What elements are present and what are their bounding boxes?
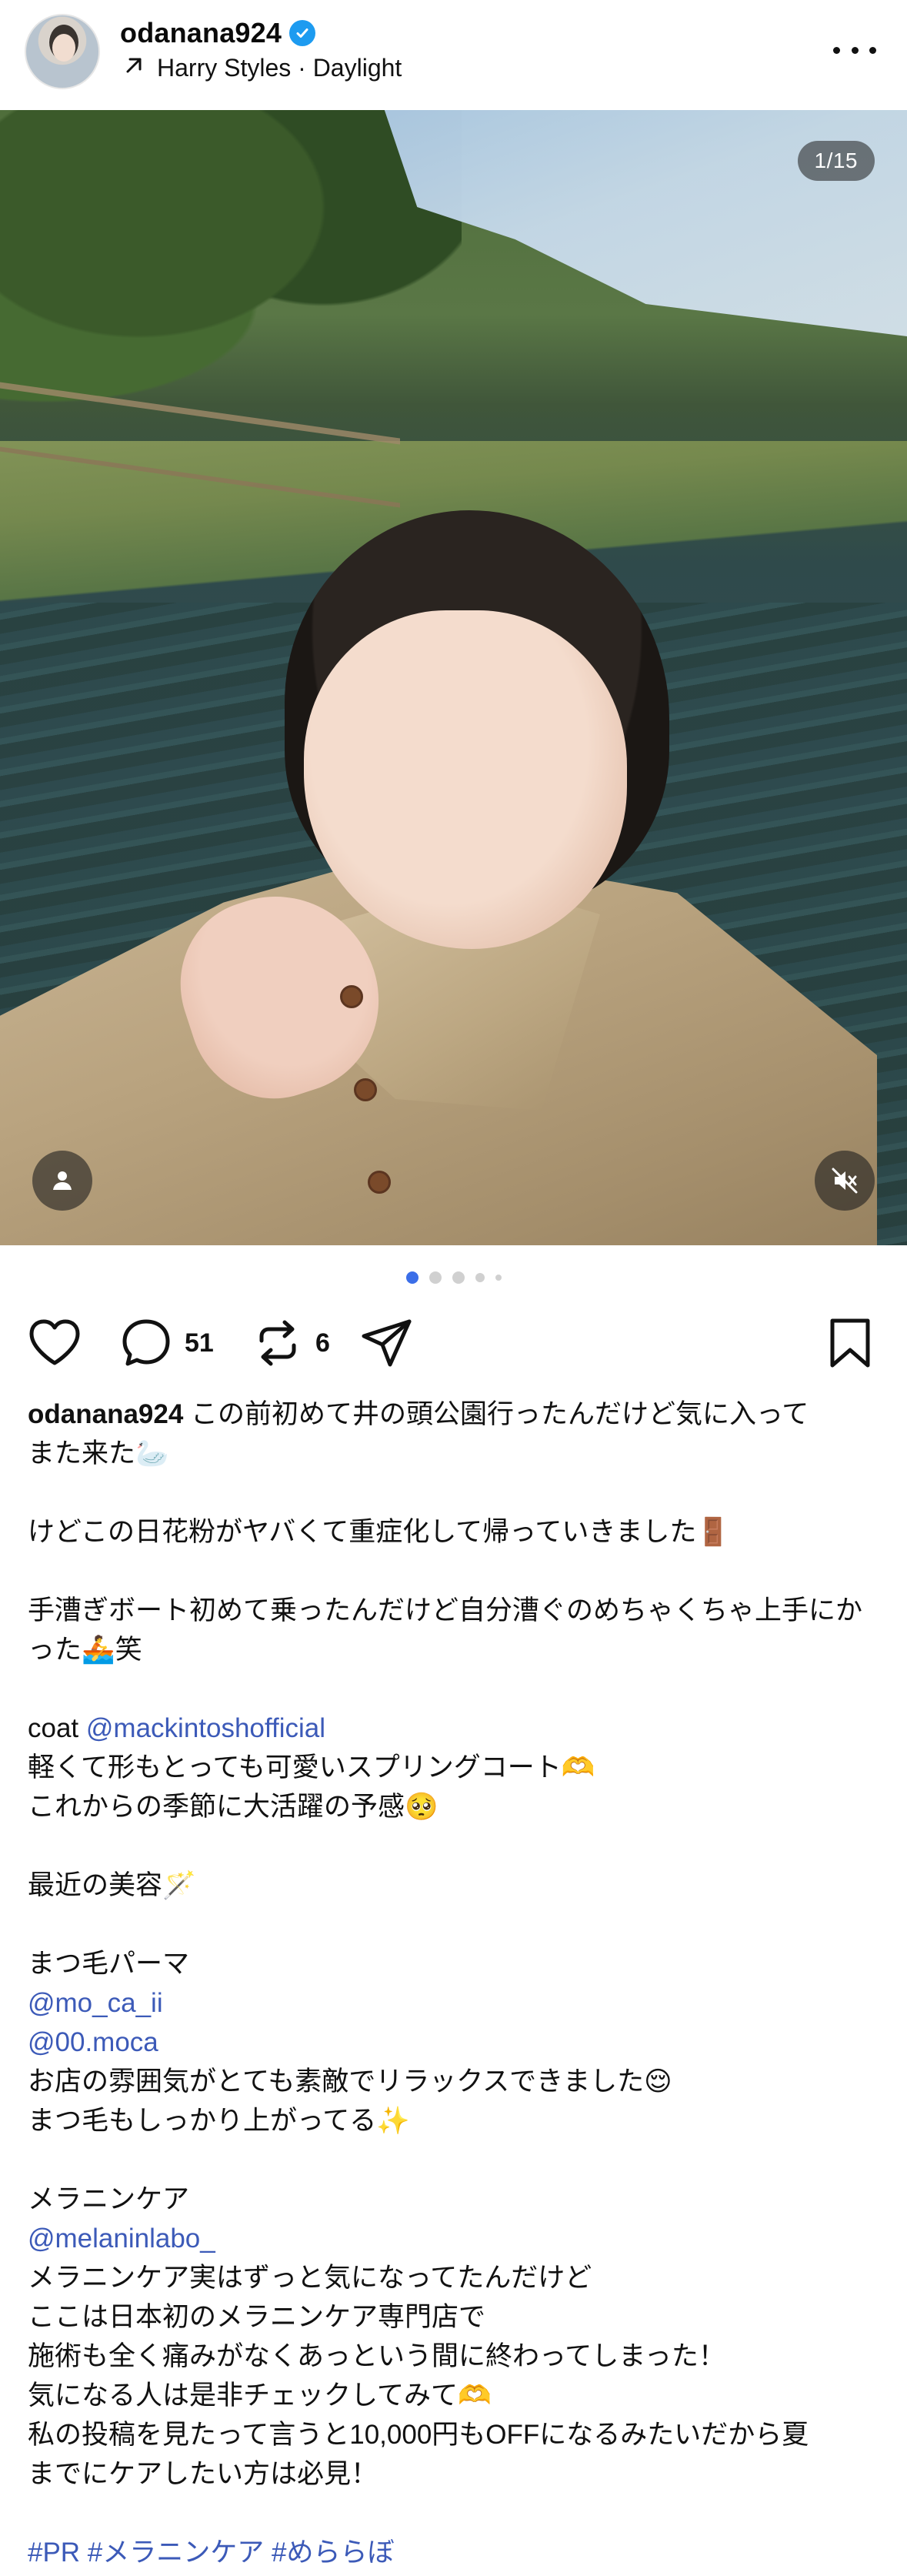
caption-line bbox=[28, 1669, 882, 1709]
carousel-dot bbox=[428, 1271, 442, 1284]
photo-trees bbox=[0, 110, 462, 433]
caption-text: 最近の美容🪄 bbox=[28, 1870, 196, 1900]
carousel-dot-active bbox=[405, 1271, 418, 1284]
arrow-up-right-icon bbox=[123, 54, 145, 82]
caption-line bbox=[28, 1905, 882, 1944]
save-button[interactable] bbox=[828, 1308, 872, 1378]
post-header: odanana924 Harry Styles · Daylight bbox=[0, 0, 907, 109]
carousel-counter: 1/15 bbox=[797, 141, 875, 181]
more-options-icon[interactable] bbox=[833, 38, 876, 62]
caption-line bbox=[28, 2494, 882, 2533]
caption-line: 手漕ぎボート初めて乗ったんだけど自分漕ぐのめちゃくちゃ上手にか bbox=[28, 1591, 882, 1630]
caption-line: 最近の美容🪄 bbox=[28, 1866, 882, 1905]
caption-line: まつ毛パーマ bbox=[28, 1944, 882, 1983]
username-row[interactable]: odanana924 bbox=[120, 17, 316, 49]
caption-text: まつ毛もしっかり上がってる✨ bbox=[28, 2106, 410, 2136]
music-label[interactable]: Harry Styles · Daylight bbox=[157, 54, 402, 82]
hashtag-links[interactable]: #PR #メラニンケア #めららぼ bbox=[28, 2538, 394, 2568]
caption-line: お店の雰囲気がとても素敵でリラックスできました😌 bbox=[28, 2062, 882, 2101]
comment-button[interactable]: 51 bbox=[120, 1308, 214, 1378]
caption-text: けどこの日花粉がヤバくて重症化して帰っていきました🚪 bbox=[28, 1517, 730, 1547]
caption-text: まつ毛パーマ bbox=[28, 1949, 190, 1979]
mention-link[interactable]: @melaninlabo_ bbox=[28, 2224, 215, 2254]
caption-text: 気になる人は是非チェックしてみて🫶 bbox=[28, 2381, 492, 2411]
carousel-dot bbox=[495, 1275, 502, 1281]
caption-text: また来た🦢 bbox=[28, 1438, 169, 1468]
music-row[interactable]: Harry Styles · Daylight bbox=[123, 54, 402, 82]
caption-text: この前初めて井の頭公園行ったんだけど気に入って bbox=[191, 1399, 809, 1429]
carousel-dots bbox=[0, 1271, 907, 1284]
like-button[interactable] bbox=[28, 1308, 82, 1378]
caption-line: @melaninlabo_ bbox=[28, 2219, 882, 2258]
caption-line: coat @mackintoshofficial bbox=[28, 1709, 882, 1748]
heart-icon[interactable] bbox=[28, 1318, 82, 1368]
person-tag-icon[interactable] bbox=[32, 1151, 92, 1211]
caption-line: @00.moca bbox=[28, 2023, 882, 2062]
username[interactable]: odanana924 bbox=[120, 17, 282, 49]
caption-text: 手漕ぎボート初めて乗ったんだけど自分漕ぐのめちゃくちゃ上手にか bbox=[28, 1595, 863, 1625]
caption-line bbox=[28, 1552, 882, 1591]
caption-username[interactable]: odanana924 bbox=[28, 1399, 191, 1429]
caption-text: 私の投稿を見たって言うと10,000円もOFFになるみたいだから夏 bbox=[28, 2420, 809, 2450]
paper-plane-icon[interactable] bbox=[360, 1318, 414, 1368]
speaker-muted-icon[interactable] bbox=[815, 1151, 875, 1211]
caption-line: までにケアしたい方は必見！ bbox=[28, 2454, 882, 2494]
post-caption: odanana924 この前初めて井の頭公園行ったんだけど気に入って また来た🦢 け… bbox=[28, 1395, 882, 2572]
caption-text: お店の雰囲気がとても素敵でリラックスできました😌 bbox=[28, 2066, 672, 2097]
mention-link[interactable]: @00.moca bbox=[28, 2027, 158, 2057]
mention-link[interactable]: @mackintoshofficial bbox=[86, 1713, 325, 1743]
carousel-dot bbox=[475, 1273, 485, 1282]
comment-count[interactable]: 51 bbox=[185, 1328, 214, 1358]
bookmark-icon[interactable] bbox=[828, 1318, 872, 1368]
caption-line: ここは日本初のメラニンケア専門店で bbox=[28, 2297, 882, 2337]
caption-text: 施術も全く痛みがなくあっという間に終わってしまった！ bbox=[28, 2341, 725, 2371]
caption-line: メラニンケア実はずっと気になってたんだけど bbox=[28, 2258, 882, 2297]
caption-line bbox=[28, 1826, 882, 1866]
caption-text: までにケアしたい方は必見！ bbox=[28, 2459, 378, 2489]
caption-line: けどこの日花粉がヤバくて重症化して帰っていきました🚪 bbox=[28, 1512, 882, 1552]
caption-line: また来た🦢 bbox=[28, 1434, 882, 1473]
caption-text: メラニンケア実はずっと気になってたんだけど bbox=[28, 2263, 592, 2293]
carousel-dot bbox=[452, 1271, 465, 1284]
mention-link[interactable]: @mo_ca_ii bbox=[28, 1988, 163, 2018]
comment-bubble-icon[interactable] bbox=[120, 1317, 172, 1369]
caption-text: 軽くて形もとっても可愛いスプリングコート🫶 bbox=[28, 1752, 595, 1782]
repost-count[interactable]: 6 bbox=[315, 1328, 330, 1358]
coat-button bbox=[354, 1078, 377, 1101]
caption-line: これからの季節に大活躍の予感🥺 bbox=[28, 1787, 882, 1826]
share-button[interactable] bbox=[360, 1308, 414, 1378]
post-photo[interactable]: 1/15 bbox=[0, 110, 907, 1245]
caption-line: 施術も全く痛みがなくあっという間に終わってしまった！ bbox=[28, 2337, 882, 2376]
caption-line: まつ毛もしっかり上がってる✨ bbox=[28, 2101, 882, 2140]
caption-line: #PR #メラニンケア #めららぼ bbox=[28, 2533, 882, 2572]
caption-line: った🚣笑 bbox=[28, 1630, 882, 1669]
caption-text: メラニンケア bbox=[28, 2184, 190, 2214]
caption-line: 気になる人は是非チェックしてみて🫶 bbox=[28, 2376, 882, 2415]
caption-line: @mo_ca_ii bbox=[28, 1983, 882, 2023]
caption-text: coat bbox=[28, 1713, 86, 1743]
caption-text: った🚣笑 bbox=[28, 1635, 142, 1665]
repost-button[interactable]: 6 bbox=[252, 1308, 330, 1378]
caption-line: odanana924 この前初めて井の頭公園行ったんだけど気に入って bbox=[28, 1395, 882, 1434]
repost-icon[interactable] bbox=[252, 1318, 303, 1368]
caption-line bbox=[28, 1473, 882, 1512]
caption-text: これからの季節に大活躍の予感🥺 bbox=[28, 1792, 438, 1822]
verified-badge-icon bbox=[289, 20, 316, 46]
caption-line: メラニンケア bbox=[28, 2180, 882, 2219]
coat-button bbox=[368, 1171, 391, 1194]
caption-line bbox=[28, 2140, 882, 2180]
caption-line: 私の投稿を見たって言うと10,000円もOFFになるみたいだから夏 bbox=[28, 2415, 882, 2454]
action-bar: 51 6 bbox=[0, 1308, 907, 1378]
coat-button bbox=[340, 985, 363, 1008]
caption-text: ここは日本初のメラニンケア専門店で bbox=[28, 2302, 486, 2332]
profile-avatar[interactable] bbox=[25, 14, 100, 89]
caption-line: 軽くて形もとっても可愛いスプリングコート🫶 bbox=[28, 1748, 882, 1787]
